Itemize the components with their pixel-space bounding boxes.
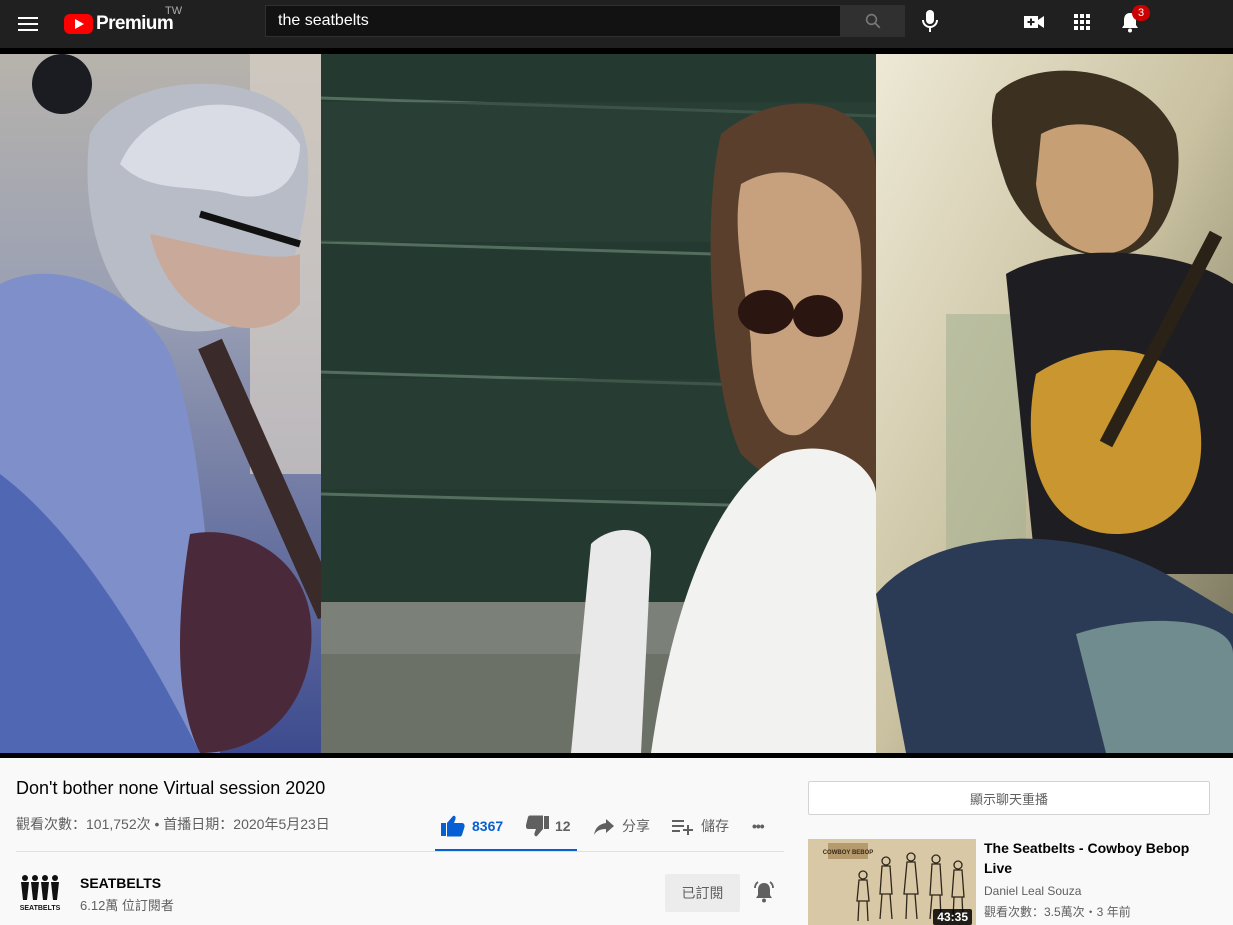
share-label: 分享 [622, 818, 650, 834]
meta-separator: • [154, 816, 160, 832]
menu-icon[interactable] [16, 12, 40, 36]
apps-grid-icon[interactable] [1070, 10, 1094, 34]
info-divider [16, 851, 784, 852]
notification-count-badge: 3 [1132, 5, 1150, 21]
subscribed-button[interactable]: 已訂閱 [665, 874, 740, 912]
search-button[interactable] [840, 5, 905, 37]
video-duration: 43:35 [933, 909, 972, 925]
video-frame-bassist [0, 54, 321, 753]
save-button[interactable]: 儲存 [670, 812, 729, 840]
recommendation-thumbnail[interactable]: COWBOY BEBOP 43:35 [808, 839, 976, 925]
youtube-play-icon [64, 14, 93, 34]
thumbs-down-icon [526, 815, 549, 837]
logo-text: Premium [96, 13, 174, 34]
share-icon [594, 819, 614, 835]
create-video-icon[interactable] [1022, 10, 1046, 34]
search-input[interactable] [265, 5, 840, 37]
search-bar [265, 5, 905, 37]
video-player[interactable] [0, 48, 1233, 758]
more-actions-button[interactable]: ••• [752, 812, 765, 840]
thumbs-up-icon [441, 815, 465, 837]
share-button[interactable]: 分享 [592, 812, 650, 840]
dislike-button[interactable]: 12 [526, 812, 571, 840]
video-frame-guitarist [876, 54, 1233, 753]
add-to-playlist-icon [672, 820, 693, 835]
region-code: TW [165, 5, 183, 17]
premiere-date: 首播日期：2020年5月23日 [163, 816, 330, 832]
subscriber-count: 6.12萬 位訂閱者 [80, 898, 174, 913]
notification-bell-icon[interactable] [752, 880, 776, 904]
search-icon [865, 13, 880, 29]
thumb-caption: COWBOY BEBOP [823, 850, 874, 856]
recommendation-meta: 觀看次數：3.5萬次・3 年前 [984, 905, 1131, 919]
youtube-premium-logo[interactable]: Premium [64, 12, 174, 36]
avatar-text: SEATBELTS [20, 905, 61, 912]
recommendation-channel[interactable]: Daniel Leal Souza [984, 884, 1081, 898]
dislike-count: 12 [555, 818, 571, 834]
video-frame-singer [321, 54, 876, 753]
like-button[interactable]: 8367 [440, 812, 503, 840]
like-count: 8367 [472, 818, 504, 834]
recommendation-title[interactable]: The Seatbelts - Cowboy Bebop Live [984, 838, 1214, 878]
microphone-icon[interactable] [918, 8, 942, 34]
more-actions-icon: ••• [752, 818, 765, 834]
video-title: Don't bother none Virtual session 2020 [16, 778, 326, 798]
masthead: Premium TW 3 [0, 0, 1233, 48]
save-label: 儲存 [701, 818, 729, 834]
channel-avatar[interactable]: SEATBELTS [16, 872, 64, 912]
channel-name[interactable]: SEATBELTS [80, 875, 161, 891]
show-chat-replay-button[interactable]: 顯示聊天重播 [808, 781, 1210, 815]
video-meta: 觀看次數：101,752次 • 首播日期：2020年5月23日 [16, 814, 330, 834]
view-count: 觀看次數：101,752次 [16, 816, 151, 832]
